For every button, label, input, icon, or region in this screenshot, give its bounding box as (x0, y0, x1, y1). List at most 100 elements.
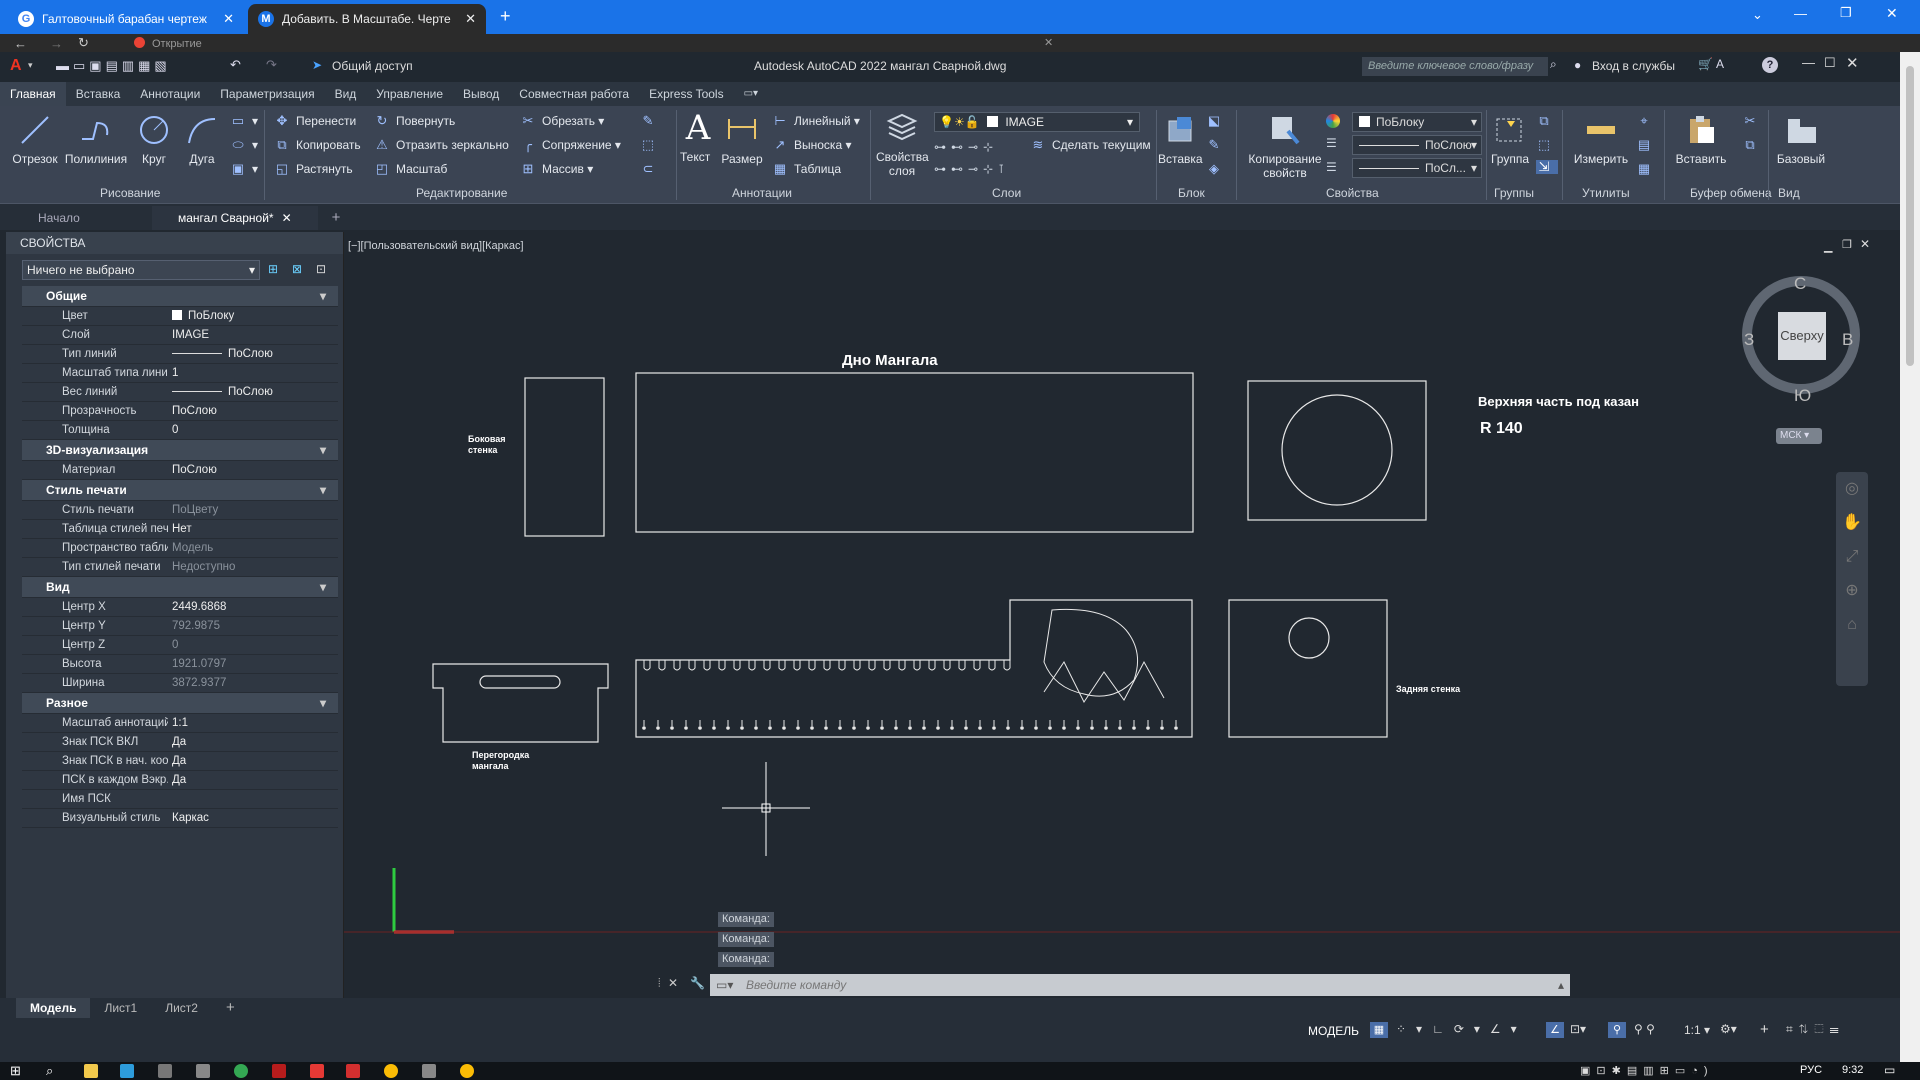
property-value[interactable]: 1921.0797 (168, 655, 338, 673)
viewcube-top-face[interactable]: Сверху (1778, 312, 1826, 360)
ribbon-tab-insert[interactable]: Вставка (66, 82, 131, 106)
quick-select-icon[interactable]: ▤ (1636, 138, 1658, 152)
point-id-icon[interactable]: ⌖ (1636, 114, 1658, 128)
model-space-button[interactable]: МОДЕЛЬ (1308, 1024, 1359, 1038)
property-row[interactable]: Цвет ПоБлоку (22, 307, 338, 326)
draw-panel-label[interactable]: Рисование (100, 186, 160, 200)
viewcube-west[interactable]: З (1744, 330, 1754, 350)
property-value[interactable]: IMAGE (168, 326, 338, 344)
chrome-taskbar-icon[interactable] (460, 1064, 474, 1078)
ribbon-tab-parametric[interactable]: Параметризация (210, 82, 324, 106)
property-row[interactable]: Материал ПоСлою (22, 461, 338, 480)
property-value[interactable]: ПоБлоку (168, 307, 338, 325)
dimension-button[interactable]: Размер (720, 112, 764, 166)
property-row[interactable]: Масштаб аннотаций 1:1 (22, 714, 338, 733)
annotation-scale[interactable]: 1:1 ▾ (1684, 1023, 1710, 1037)
property-value[interactable]: ПоСлою (168, 461, 338, 479)
undo-icon[interactable]: ↶ (230, 57, 241, 73)
app-menu-chevron-icon[interactable]: ▾ (28, 60, 33, 71)
create-block-icon[interactable]: ⬕ (1206, 114, 1228, 128)
property-row[interactable]: Центр Z 0 (22, 636, 338, 655)
taskbar-app-icon[interactable] (158, 1064, 172, 1078)
autoscale-icon[interactable]: ⚲ ⚲ (1634, 1022, 1655, 1036)
property-row[interactable]: ПСК в каждом Вэкр... Да (22, 771, 338, 790)
property-section-header[interactable]: Общие (22, 286, 338, 307)
doc-tab-active[interactable]: мангал Сварной* ✕ (152, 206, 318, 230)
calculator-icon[interactable]: ▦ (1636, 162, 1658, 176)
property-value[interactable]: Да (168, 771, 338, 789)
array-button[interactable]: ⊞ Массив ▾ (520, 162, 594, 177)
quick-access-icons[interactable]: ▬▭▣▤▥▦▧ (56, 58, 171, 74)
ribbon-minimize-icon[interactable]: ▭▾ (734, 82, 768, 106)
fillet-button[interactable]: ╭ Сопряжение ▾ (520, 138, 621, 153)
annotation-panel-label[interactable]: Аннотации (732, 186, 792, 200)
color-dropdown[interactable]: ПоБлоку ▾ (1352, 112, 1482, 132)
explorer-icon[interactable] (84, 1064, 98, 1078)
layer-tools-row2[interactable]: ⊶⊷⊸⊹⊺ (934, 162, 1009, 176)
paste-button[interactable]: Вставить (1670, 112, 1732, 166)
lineweight-toggle-icon[interactable]: ⊡▾ (1570, 1022, 1586, 1036)
property-value[interactable] (168, 790, 338, 808)
property-value[interactable]: Да (168, 733, 338, 751)
notifications-icon[interactable]: ▭ (1884, 1063, 1895, 1077)
reload-icon[interactable]: ↻ (78, 35, 89, 51)
property-row[interactable]: Высота 1921.0797 (22, 655, 338, 674)
chrome-taskbar-icon[interactable] (234, 1064, 248, 1078)
circle-button[interactable]: Круг (136, 112, 172, 166)
modify-panel-label[interactable]: Редактирование (416, 186, 507, 200)
windows-start-icon[interactable]: ⊞ (10, 1063, 21, 1079)
edit-block-icon[interactable]: ✎ (1206, 138, 1228, 152)
new-doc-tab-icon[interactable]: + (318, 206, 355, 230)
back-icon[interactable]: ← (14, 36, 27, 51)
layer-tools-row1[interactable]: ⊶⊷⊸⊹ (934, 140, 998, 154)
group-button[interactable]: Группа (1488, 112, 1532, 166)
arc-button[interactable]: Дуга (184, 112, 220, 166)
annotation-visibility-icon[interactable]: ⚲ (1608, 1022, 1626, 1038)
add-layout-icon[interactable]: + (212, 998, 249, 1018)
command-expand-icon[interactable]: ▴ (1558, 974, 1564, 996)
osnap-icon[interactable]: ∠ (1546, 1022, 1564, 1038)
property-value[interactable]: Каркас (168, 809, 338, 827)
property-value[interactable]: 1 (168, 364, 338, 382)
browser-tab-active[interactable]: M Добавить. В Масштабе. Черте ✕ (248, 4, 486, 34)
lineweight-dropdown[interactable]: ПоСл... ▾ (1352, 158, 1482, 178)
chrome-taskbar-icon[interactable] (384, 1064, 398, 1078)
ribbon-tab-home[interactable]: Главная (0, 82, 66, 106)
property-row[interactable]: Слой IMAGE (22, 326, 338, 345)
property-row[interactable]: Вес линий ПоСлою (22, 383, 338, 402)
autocad-logo-icon[interactable]: A (10, 57, 22, 75)
minimize-browser-icon[interactable]: — (1794, 6, 1807, 21)
clipboard-panel-label[interactable]: Буфер обмена (1690, 186, 1772, 200)
doc-tab-start[interactable]: Начало (12, 206, 152, 230)
property-value[interactable]: Нет (168, 520, 338, 538)
text-button[interactable]: A Текст (680, 108, 710, 164)
viewcube-east[interactable]: В (1842, 330, 1853, 350)
property-row[interactable]: Масштаб типа линий 1 (22, 364, 338, 383)
move-button[interactable]: ✥ Перенести (274, 114, 357, 129)
ungroup-icon[interactable]: ⧉ (1536, 114, 1558, 128)
property-row[interactable]: Прозрачность ПоСлою (22, 402, 338, 421)
measure-button[interactable]: Измерить (1570, 112, 1632, 166)
explode-icon[interactable]: ⬚ (640, 138, 662, 152)
ribbon-tab-view[interactable]: Вид (325, 82, 367, 106)
command-customize-icon[interactable]: 🔧 (690, 976, 705, 990)
property-section-header[interactable]: 3D-визуализация (22, 440, 338, 461)
selection-dropdown[interactable]: Ничего не выбрано ▾ (22, 260, 260, 280)
make-current-button[interactable]: ≋ Сделать текущим (1030, 138, 1151, 153)
taskbar-search-icon[interactable]: ⌕ (46, 1063, 53, 1079)
ribbon-tab-annotate[interactable]: Аннотации (130, 82, 210, 106)
pdf-app-icon[interactable] (346, 1064, 360, 1078)
taskbar-app-icon[interactable] (196, 1064, 210, 1078)
annotation-monitor-icon[interactable]: + (1760, 1021, 1769, 1038)
group-edit-icon[interactable]: ⬚ (1536, 138, 1558, 152)
scale-button[interactable]: ◰ Масштаб (374, 162, 448, 177)
layer-properties-button[interactable]: Свойства слоя (876, 110, 929, 178)
layout-tab-sheet2[interactable]: Лист2 (151, 998, 212, 1018)
property-row[interactable]: Таблица стилей печ... Нет (22, 520, 338, 539)
rotate-button[interactable]: ↻ Повернуть (374, 114, 456, 129)
page-scrollbar[interactable] (1900, 52, 1920, 1062)
new-tab-icon[interactable]: + (500, 6, 511, 27)
linear-dim-button[interactable]: ⊢ Линейный ▾ (772, 114, 860, 129)
property-value[interactable]: ПоСлою (168, 402, 338, 420)
property-value[interactable]: ПоСлою (168, 383, 338, 401)
